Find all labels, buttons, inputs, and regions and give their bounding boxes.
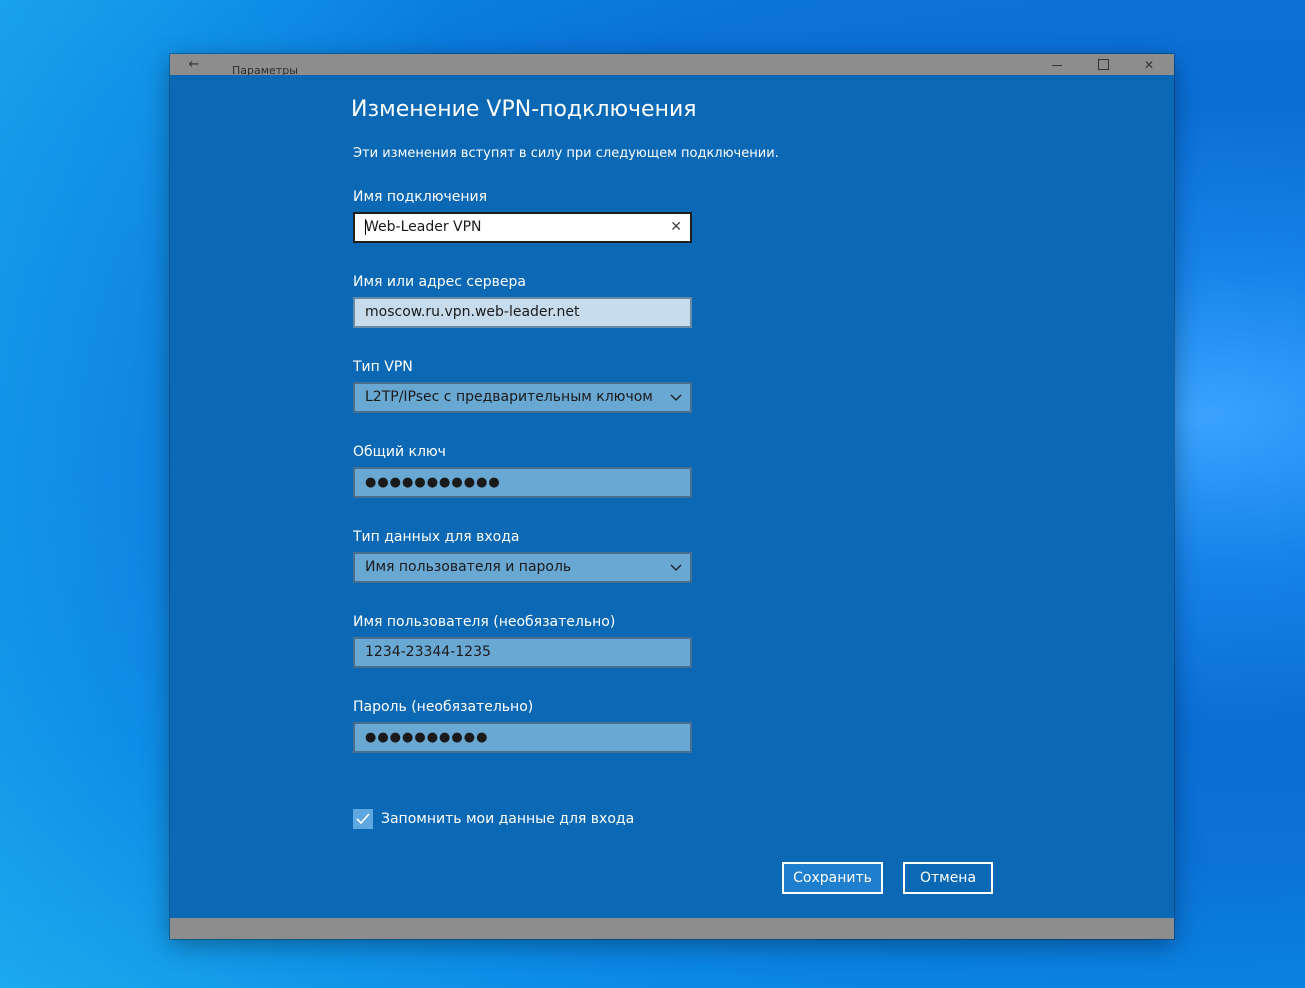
username-value: 1234-23344-1235 xyxy=(365,644,491,660)
page-title: Изменение VPN-подключения xyxy=(351,97,697,122)
vpn-type-select[interactable]: L2TP/IPsec с предварительным ключом xyxy=(353,382,692,413)
server-address-value: moscow.ru.vpn.web-leader.net xyxy=(365,304,580,320)
signin-type-select[interactable]: Имя пользователя и пароль xyxy=(353,552,692,583)
preshared-key-value: ●●●●●●●●●●● xyxy=(365,475,501,490)
vpn-type-label: Тип VPN xyxy=(353,359,413,375)
username-label: Имя пользователя (необязательно) xyxy=(353,614,616,630)
page-description: Эти изменения вступят в силу при следующ… xyxy=(353,146,779,161)
chevron-down-icon xyxy=(670,564,682,571)
save-button[interactable]: Сохранить xyxy=(782,862,883,894)
remember-label[interactable]: Запомнить мои данные для входа xyxy=(381,809,634,829)
settings-window: ← Параметры ✕ Изменение VPN-подключения … xyxy=(170,54,1174,939)
password-value: ●●●●●●●●●● xyxy=(365,730,489,745)
minimize-icon[interactable] xyxy=(1046,58,1068,72)
remember-checkbox[interactable] xyxy=(353,809,373,829)
preshared-key-label: Общий ключ xyxy=(353,444,446,460)
signin-type-value: Имя пользователя и пароль xyxy=(365,559,572,575)
username-input[interactable]: 1234-23344-1235 xyxy=(353,637,692,668)
connection-name-value: Web-Leader VPN xyxy=(365,219,482,235)
password-label: Пароль (необязательно) xyxy=(353,699,534,715)
maximize-icon[interactable] xyxy=(1092,58,1114,72)
server-address-input[interactable]: moscow.ru.vpn.web-leader.net xyxy=(353,297,692,328)
back-arrow-icon[interactable]: ← xyxy=(184,58,204,72)
chevron-down-icon xyxy=(670,394,682,401)
vpn-type-value: L2TP/IPsec с предварительным ключом xyxy=(365,389,653,405)
preshared-key-input[interactable]: ●●●●●●●●●●● xyxy=(353,467,692,498)
title-bar: ← Параметры ✕ xyxy=(170,54,1174,78)
connection-name-input[interactable]: Web-Leader VPN ✕ xyxy=(353,212,692,243)
signin-type-label: Тип данных для входа xyxy=(353,529,520,545)
connection-name-label: Имя подключения xyxy=(353,189,488,205)
cancel-button[interactable]: Отмена xyxy=(903,862,993,894)
vpn-edit-panel: Изменение VPN-подключения Эти изменения … xyxy=(170,75,1174,918)
clear-text-icon[interactable]: ✕ xyxy=(670,214,682,241)
password-input[interactable]: ●●●●●●●●●● xyxy=(353,722,692,753)
server-address-label: Имя или адрес сервера xyxy=(353,274,526,290)
close-icon[interactable]: ✕ xyxy=(1138,58,1160,72)
checkmark-icon xyxy=(356,813,370,825)
